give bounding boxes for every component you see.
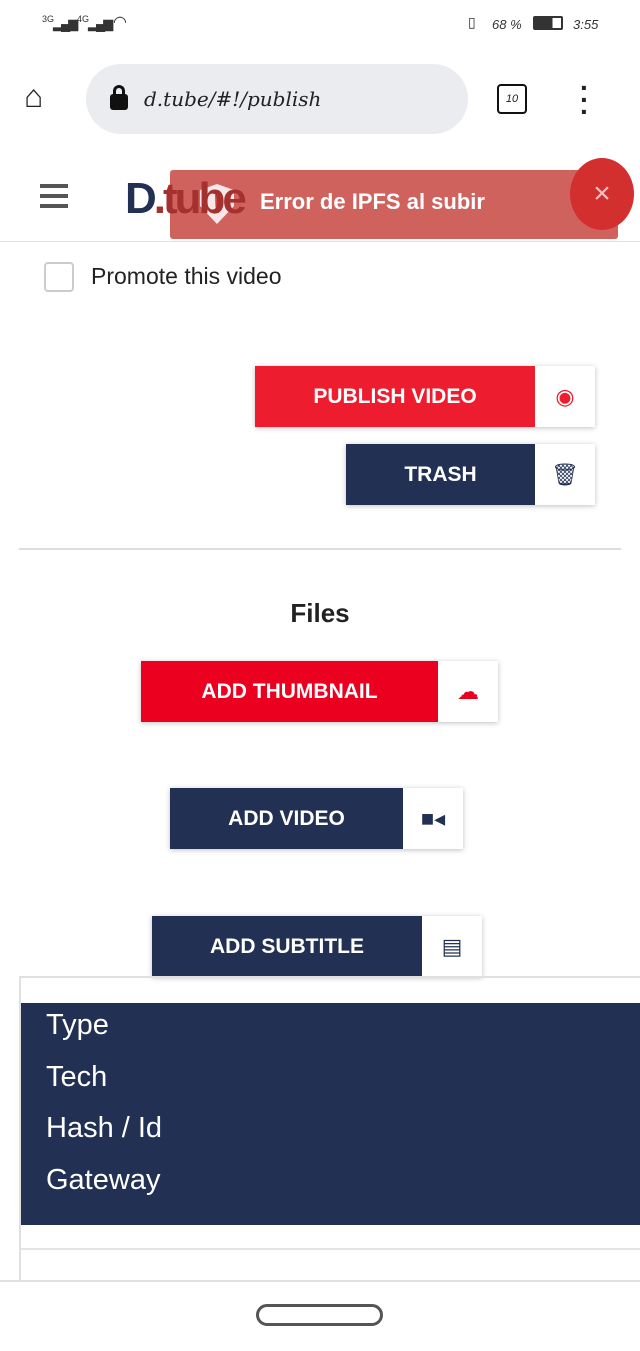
column-hash: Hash / Id [46, 1112, 163, 1144]
signal-icon: ▂▄▆ [53, 16, 78, 31]
add-video-label: ADD VIDEO [170, 788, 403, 849]
vibrate-icon: ▯ [468, 14, 476, 30]
add-subtitle-label: ADD SUBTITLE [152, 916, 422, 977]
add-thumbnail-button[interactable]: ADD THUMBNAIL ☁ [141, 661, 498, 722]
hamburger-menu-icon[interactable] [40, 184, 68, 214]
wifi-icon: ◠ [113, 14, 127, 31]
signal-icon: ▂▄▆ [88, 16, 113, 31]
home-icon[interactable]: ⌂ [24, 80, 43, 112]
address-bar[interactable]: d.tube/#!/publish [86, 64, 468, 134]
file-text-icon: ▤ [422, 916, 482, 977]
url-text[interactable]: d.tube/#!/publish [144, 87, 321, 111]
column-tech: Tech [46, 1060, 108, 1093]
files-table-header: Type Tech Hash / Id Gateway [21, 1003, 640, 1225]
publish-video-button[interactable]: PUBLISH VIDEO ◉ [255, 366, 595, 427]
video-camera-icon: ■◂ [403, 788, 463, 849]
add-subtitle-button[interactable]: ADD SUBTITLE ▤ [152, 916, 482, 977]
menu-dots-icon[interactable]: · · · [580, 74, 589, 126]
home-gesture-handle[interactable] [256, 1304, 383, 1326]
dtube-logo[interactable]: D.tube [125, 174, 247, 224]
logo-d: D [125, 174, 157, 223]
podcast-icon: ◉ [535, 366, 595, 427]
add-video-button[interactable]: ADD VIDEO ■◂ [170, 788, 463, 849]
toast-message: Error de IPFS al subir [260, 189, 485, 214]
toast-close-button[interactable]: × [570, 158, 634, 230]
promote-label: Promote this video [91, 263, 282, 289]
publish-label: PUBLISH VIDEO [255, 366, 535, 427]
files-heading: Files [290, 598, 350, 628]
trash-button[interactable]: TRASH 🗑 [346, 444, 595, 505]
column-gateway: Gateway [46, 1163, 161, 1196]
column-type: Type [46, 1009, 109, 1041]
tab-switcher-button[interactable]: 10 [497, 84, 527, 114]
cloud-upload-icon: ☁ [438, 661, 498, 722]
trash-label: TRASH [346, 444, 535, 505]
trash-icon: 🗑 [535, 444, 595, 505]
status-bar: 3G ▂▄▆ 4G ▂▄▆ ◠ ▯ 68 % 3:55 [0, 0, 640, 50]
lock-icon [110, 85, 128, 110]
table-divider [21, 1248, 640, 1250]
clock: 3:55 [573, 17, 599, 32]
battery-percent: 68 % [492, 17, 522, 32]
logo-tube: .tube [153, 174, 247, 223]
divider [19, 548, 621, 550]
battery-icon [533, 16, 563, 30]
promote-checkbox[interactable] [44, 262, 74, 292]
add-thumbnail-label: ADD THUMBNAIL [141, 661, 438, 722]
